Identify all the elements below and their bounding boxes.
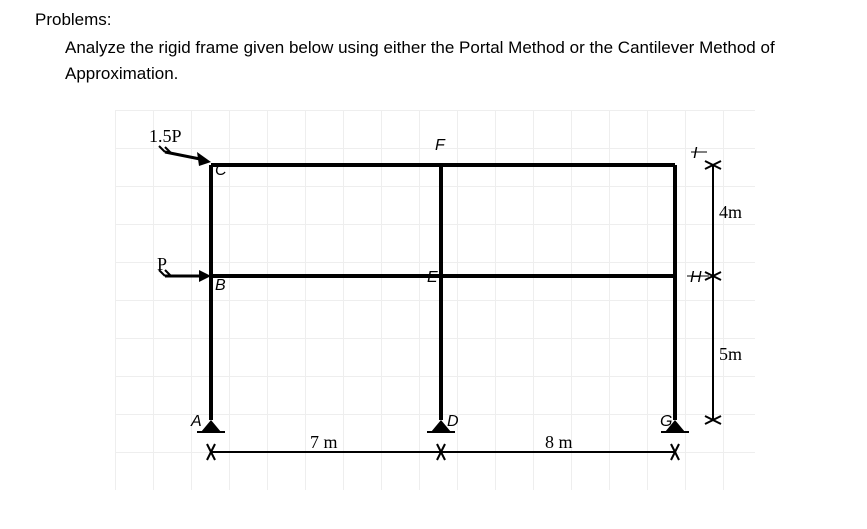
node-E: E [427, 269, 438, 286]
node-I: I [693, 145, 698, 162]
node-A: A [190, 413, 202, 430]
load-label-mid: P [157, 254, 167, 274]
node-F: F [435, 137, 446, 154]
load-top [159, 146, 211, 166]
diagram-canvas: 1.5P P A B C D E F G H I 7 m 8 m [115, 110, 755, 490]
load-label-top: 1.5P [149, 126, 182, 146]
node-B: B [215, 277, 226, 294]
dim-horizontal [207, 444, 679, 460]
problems-heading: Problems: [35, 10, 112, 30]
dim-h-bot: 5m [719, 344, 742, 364]
dim-span1: 7 m [310, 432, 338, 452]
node-H: H [690, 269, 702, 286]
dim-h-top: 4m [719, 202, 742, 222]
dim-vertical [705, 161, 721, 424]
node-G: G [660, 413, 672, 430]
dim-span2: 8 m [545, 432, 573, 452]
frame-svg: 1.5P P A B C D E F G H I 7 m 8 m [115, 110, 755, 490]
problem-statement: Analyze the rigid frame given below usin… [65, 35, 837, 86]
node-D: D [447, 413, 459, 430]
node-C: C [215, 162, 227, 179]
